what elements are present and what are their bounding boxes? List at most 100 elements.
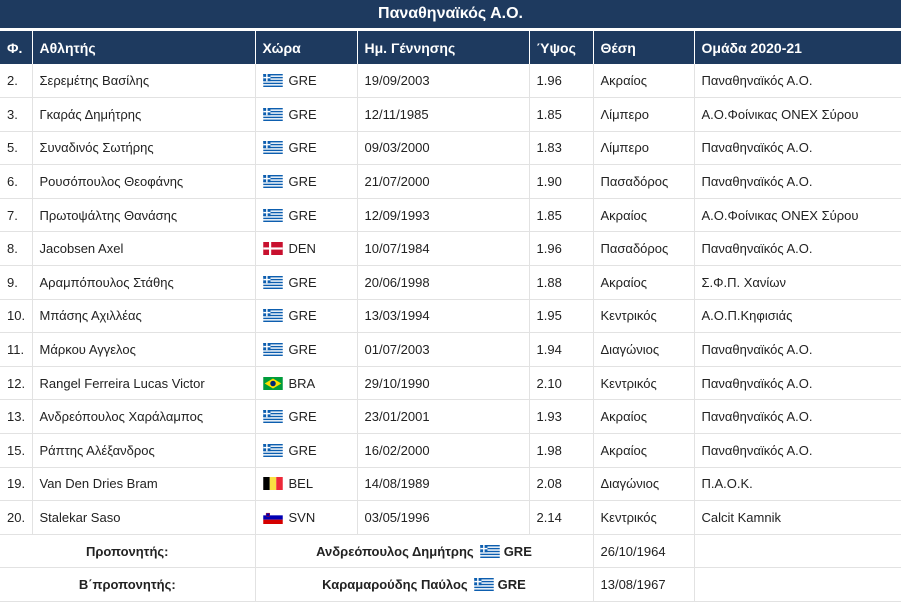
coach-role-label: Β΄προπονητής:: [0, 567, 256, 602]
number-cell: 8.: [0, 231, 33, 267]
coach-name-cell: Καραμαρούδης Παύλος GRE: [255, 567, 594, 602]
country-cell: GRE: [255, 433, 358, 468]
height-cell: 2.14: [529, 500, 594, 535]
number-cell: 19.: [0, 467, 33, 502]
height-cell: 1.88: [529, 265, 594, 300]
birthdate-cell: 14/08/1989: [357, 467, 530, 502]
height-cell: 1.96: [529, 231, 594, 267]
height-cell: 1.85: [529, 97, 594, 132]
birthdate-cell: 23/01/2001: [357, 399, 530, 435]
coach-name-cell: Ανδρεόπουλος Δημήτρης GRE: [255, 534, 594, 569]
birthdate-cell: 19/09/2003: [357, 64, 530, 99]
height-cell: 2.10: [529, 366, 594, 401]
country-cell: GRE: [255, 131, 358, 166]
team-cell: Παναθηναϊκός Α.Ο.: [694, 366, 901, 401]
number-cell: 12.: [0, 366, 33, 401]
flag-svn-icon: [262, 510, 289, 525]
position-cell: Ακραίος: [593, 399, 695, 435]
team-cell: Σ.Φ.Π. Χανίων: [694, 265, 901, 300]
table-row: 13. Ανδρεόπουλος Χαράλαμπος GRE 23/01/2001 1…: [0, 399, 901, 435]
birthdate-cell: 09/03/2000: [357, 131, 530, 166]
number-cell: 7.: [0, 198, 33, 233]
athlete-name: Πρωτοψάλτης Θανάσης: [32, 198, 256, 233]
table-row: 7. Πρωτοψάλτης Θανάσης GRE 12/09/1993 1.85 Ακ…: [0, 198, 901, 233]
birthdate-cell: 20/06/1998: [357, 265, 530, 300]
birthdate-cell: 16/02/2000: [357, 433, 530, 468]
flag-gre-icon: [468, 577, 498, 592]
position-cell: Ακραίος: [593, 265, 695, 300]
table-row: 6. Ρουσόπουλος Θεοφάνης GRE 21/07/2000 1.90 Π…: [0, 164, 901, 199]
country-code: GRE: [288, 73, 317, 89]
coach-country-code: GRE: [503, 543, 532, 559]
position-cell: Κεντρικός: [593, 299, 695, 334]
flag-gre-icon: [262, 107, 289, 122]
table-row: 2. Σερεμέτης Βασίλης GRE 19/09/2003 1.96 Ακρα…: [0, 64, 901, 99]
flag-gre-icon: [262, 174, 289, 189]
country-code: SVN: [288, 510, 316, 526]
flag-gre-icon: [262, 342, 289, 357]
height-cell: 1.94: [529, 332, 594, 367]
team-cell: Παναθηναϊκός Α.Ο.: [694, 231, 901, 267]
coach-team-empty: [694, 534, 901, 569]
athlete-name: Van Den Dries Bram: [32, 467, 256, 502]
column-header-athlete: Αθλητής: [32, 31, 256, 64]
team-cell: Calcit Kamnik: [694, 500, 901, 535]
table-row: 20. Stalekar Saso SVN 03/05/1996 2.14 Κεντρικ…: [0, 500, 901, 535]
team-cell: Α.Ο.Π.Κηφισιάς: [694, 299, 901, 334]
table-row: 8. Jacobsen Axel DEN 10/07/1984 1.96 Πασαδόρο…: [0, 231, 901, 267]
coach-name: Καραμαρούδης Παύλος: [322, 577, 468, 593]
position-cell: Κεντρικός: [593, 366, 695, 401]
birthdate-cell: 21/07/2000: [357, 164, 530, 199]
number-cell: 10.: [0, 299, 33, 334]
country-cell: GRE: [255, 164, 358, 199]
athlete-name: Συναδινός Σωτήρης: [32, 131, 256, 166]
flag-gre-icon: [262, 73, 289, 88]
flag-gre-icon: [262, 409, 289, 424]
birthdate-cell: 12/09/1993: [357, 198, 530, 233]
country-cell: GRE: [255, 299, 358, 334]
country-cell: GRE: [255, 64, 358, 99]
height-cell: 1.83: [529, 131, 594, 166]
athlete-name: Ράπτης Αλέξανδρος: [32, 433, 256, 468]
athlete-name: Jacobsen Axel: [32, 231, 256, 267]
height-cell: 1.90: [529, 164, 594, 199]
column-header-birthdate: Ημ. Γέννησης: [357, 31, 530, 64]
athlete-name: Μάρκου Αγγελος: [32, 332, 256, 367]
coach-team-empty: [694, 567, 901, 602]
country-cell: DEN: [255, 231, 358, 267]
flag-bel-icon: [262, 476, 289, 491]
country-cell: SVN: [255, 500, 358, 535]
team-cell: Παναθηναϊκός Α.Ο.: [694, 64, 901, 99]
height-cell: 2.08: [529, 467, 594, 502]
position-cell: Πασαδόρος: [593, 231, 695, 267]
country-cell: GRE: [255, 198, 358, 233]
coach-birthdate: 26/10/1964: [593, 534, 695, 569]
table-row: 10. Μπάσης Αχιλλέας GRE 13/03/1994 1.95 Κεντρ…: [0, 299, 901, 334]
athlete-name: Ρουσόπουλος Θεοφάνης: [32, 164, 256, 199]
flag-gre-icon: [262, 208, 289, 223]
column-header-number: Φ.: [0, 31, 33, 64]
birthdate-cell: 10/07/1984: [357, 231, 530, 267]
team-cell: Π.Α.Ο.Κ.: [694, 467, 901, 502]
number-cell: 20.: [0, 500, 33, 535]
number-cell: 2.: [0, 64, 33, 99]
number-cell: 13.: [0, 399, 33, 435]
position-cell: Διαγώνιος: [593, 467, 695, 502]
flag-gre-icon: [262, 443, 289, 458]
coach-row: Προπονητής: Ανδρεόπουλος Δημήτρης GRE 26/10…: [0, 534, 901, 569]
country-code: GRE: [288, 442, 317, 458]
number-cell: 3.: [0, 97, 33, 132]
team-cell: Παναθηναϊκός Α.Ο.: [694, 332, 901, 367]
team-cell: Παναθηναϊκός Α.Ο.: [694, 399, 901, 435]
athlete-name: Γκαράς Δημήτρης: [32, 97, 256, 132]
position-cell: Πασαδόρος: [593, 164, 695, 199]
table-row: 5. Συναδινός Σωτήρης GRE 09/03/2000 1.83 Λίμπ…: [0, 131, 901, 166]
flag-gre-icon: [262, 308, 289, 323]
team-cell: Παναθηναϊκός Α.Ο.: [694, 433, 901, 468]
birthdate-cell: 03/05/1996: [357, 500, 530, 535]
country-code: GRE: [288, 308, 317, 324]
page-title: Παναθηναϊκός Α.Ο.: [0, 0, 901, 31]
coach-row: Β΄προπονητής: Καραμαρούδης Παύλος GRE 13/08…: [0, 567, 901, 602]
athlete-name: Stalekar Saso: [32, 500, 256, 535]
position-cell: Ακραίος: [593, 433, 695, 468]
